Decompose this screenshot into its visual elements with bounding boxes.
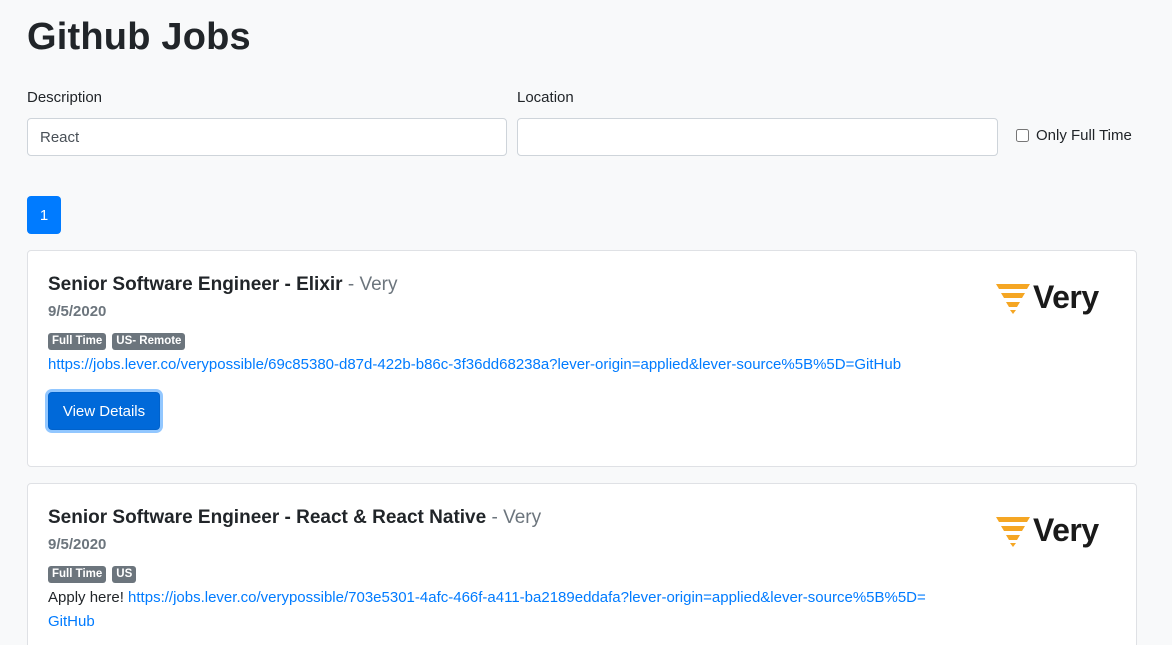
- job-badges: Full Time US- Remote: [48, 333, 186, 350]
- logo-text: Very: [1033, 512, 1099, 548]
- company-logo: Very: [996, 512, 1099, 549]
- job-title: Senior Software Engineer - React & React…: [48, 507, 487, 528]
- job-link-line: https://jobs.lever.co/verypossible/69c85…: [48, 353, 901, 377]
- page-1-button[interactable]: 1: [27, 196, 61, 234]
- job-date: 9/5/2020: [48, 303, 107, 320]
- badge-location: US- Remote: [112, 333, 186, 350]
- job-badges: Full Time US: [48, 566, 137, 583]
- company-name: Very: [503, 507, 542, 528]
- view-details-button[interactable]: View Details: [48, 392, 160, 430]
- title-separator: -: [486, 507, 504, 528]
- title-separator: -: [342, 274, 360, 295]
- full-time-checkbox[interactable]: [1016, 129, 1029, 142]
- badge-location: US: [112, 566, 137, 583]
- very-logo-icon: [996, 283, 1030, 314]
- description-input[interactable]: [27, 118, 507, 156]
- page-title: Github Jobs: [27, 16, 251, 58]
- job-description: Apply here! https://jobs.lever.co/verypo…: [48, 586, 1008, 634]
- job-date: 9/5/2020: [48, 536, 107, 553]
- location-label: Location: [517, 89, 574, 106]
- company-logo: Very: [996, 279, 1099, 316]
- job-title-line: Senior Software Engineer - React & React…: [48, 507, 541, 529]
- logo-text: Very: [1033, 279, 1099, 315]
- full-time-checkbox-wrap[interactable]: Only Full Time: [1016, 127, 1132, 144]
- full-time-label: Only Full Time: [1036, 127, 1132, 144]
- very-logo-icon: [996, 516, 1030, 547]
- location-input[interactable]: [517, 118, 998, 156]
- app-root: Github Jobs Description Location Only Fu…: [0, 0, 1172, 645]
- job-url-link-cont[interactable]: GitHub: [48, 613, 95, 630]
- job-url-link[interactable]: https://jobs.lever.co/verypossible/69c85…: [48, 356, 901, 373]
- company-name: Very: [359, 274, 398, 295]
- badge-type: Full Time: [48, 333, 107, 350]
- job-card: Senior Software Engineer - React & React…: [27, 483, 1137, 645]
- badge-type: Full Time: [48, 566, 107, 583]
- description-label: Description: [27, 89, 103, 106]
- job-title-line: Senior Software Engineer - Elixir - Very: [48, 274, 398, 296]
- job-url-link[interactable]: https://jobs.lever.co/verypossible/703e5…: [128, 589, 926, 606]
- job-title: Senior Software Engineer - Elixir: [48, 274, 343, 295]
- job-card: Senior Software Engineer - Elixir - Very…: [27, 250, 1137, 467]
- apply-prefix: Apply here!: [48, 589, 129, 606]
